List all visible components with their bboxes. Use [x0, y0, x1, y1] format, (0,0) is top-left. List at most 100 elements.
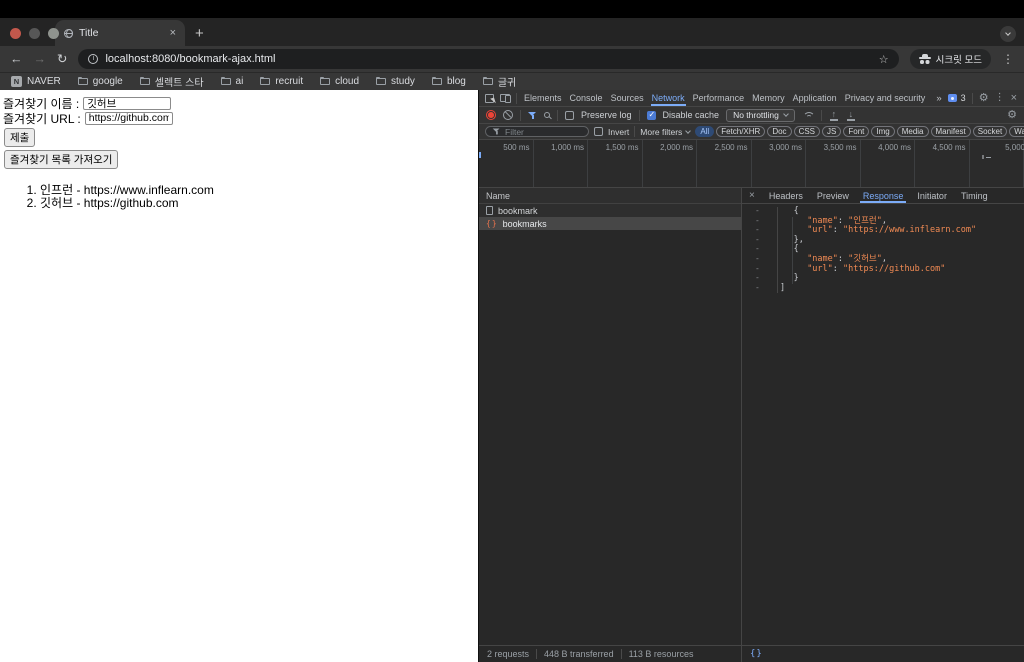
- fold-marker-icon[interactable]: -: [755, 216, 760, 226]
- request-type-pill[interactable]: Font: [843, 126, 870, 137]
- bookmark-item[interactable]: google: [77, 76, 123, 87]
- request-type-pill[interactable]: Manifest: [930, 126, 971, 137]
- browser-menu-button[interactable]: ⋮: [1002, 52, 1014, 66]
- request-row[interactable]: bookmarks: [479, 217, 741, 230]
- fold-marker-icon[interactable]: -: [755, 254, 760, 264]
- new-tab-button[interactable]: +: [195, 26, 204, 41]
- network-conditions-icon[interactable]: [802, 111, 815, 120]
- response-code-line: - "url": "https://github.com": [742, 264, 1024, 275]
- request-type-pill[interactable]: Fetch/XHR: [716, 126, 766, 137]
- panel-tab[interactable]: Privacy and security: [841, 90, 930, 106]
- request-type-pill[interactable]: Img: [871, 126, 895, 137]
- incognito-icon: [918, 54, 931, 64]
- address-bar[interactable]: localhost:8080/bookmark-ajax.html ☆: [78, 49, 899, 69]
- clear-network-log-icon[interactable]: [503, 110, 513, 120]
- invert-checkbox[interactable]: [594, 127, 603, 136]
- inspect-element-icon[interactable]: [485, 93, 494, 103]
- divider: [520, 109, 521, 121]
- fold-marker-icon[interactable]: -: [755, 206, 760, 216]
- bookmark-item[interactable]: blog: [431, 76, 466, 87]
- filter-input[interactable]: [505, 126, 582, 137]
- search-icon[interactable]: [544, 112, 550, 118]
- bookmark-item[interactable]: ai: [220, 76, 243, 87]
- device-toolbar-icon[interactable]: [500, 94, 511, 103]
- network-overview-timeline[interactable]: 500 ms 1,000 ms 1,500 ms 2,000 ms 2,500 …: [479, 140, 1024, 188]
- bookmark-item[interactable]: cloud: [320, 76, 359, 87]
- bookmark-item[interactable]: study: [376, 76, 415, 87]
- zoom-window-button[interactable]: [48, 28, 59, 39]
- bookmark-star-icon[interactable]: ☆: [879, 53, 889, 66]
- detail-tab[interactable]: Headers: [762, 188, 810, 203]
- bookmark-name-input[interactable]: [83, 96, 172, 110]
- fetch-bookmarks-button[interactable]: 즐겨찾기 목록 가져오기: [4, 150, 119, 169]
- issues-icon[interactable]: [947, 94, 957, 102]
- filter-funnel-icon[interactable]: [528, 111, 537, 120]
- record-network-log-button[interactable]: [486, 110, 496, 120]
- resources-size: 113 B resources: [628, 649, 694, 659]
- bookmark-item[interactable]: recruit: [260, 76, 303, 87]
- import-har-icon[interactable]: ↑: [829, 109, 839, 121]
- preserve-log-label: Preserve log: [581, 110, 632, 120]
- export-har-icon[interactable]: ↓: [846, 109, 856, 121]
- panel-tab[interactable]: Network: [648, 90, 689, 106]
- settings-gear-icon[interactable]: ⚙: [979, 92, 989, 104]
- close-tab-icon[interactable]: ×: [170, 27, 176, 39]
- detail-tab[interactable]: Response: [856, 188, 911, 203]
- fold-marker-icon[interactable]: -: [755, 273, 760, 283]
- browser-tab[interactable]: Title ×: [55, 20, 185, 46]
- site-info-icon[interactable]: [88, 54, 99, 64]
- request-type-pill[interactable]: CSS: [793, 126, 821, 137]
- submit-button[interactable]: 제출: [4, 128, 36, 147]
- fold-marker-icon[interactable]: -: [755, 225, 760, 235]
- panel-tab[interactable]: Console: [566, 90, 607, 106]
- network-settings-gear-icon[interactable]: ⚙: [1007, 109, 1017, 121]
- chevron-down-icon: [685, 127, 692, 134]
- request-type-pill[interactable]: JS: [822, 126, 842, 137]
- close-window-button[interactable]: [10, 28, 21, 39]
- bookmark-icon: [482, 76, 493, 85]
- back-button[interactable]: ←: [10, 53, 23, 66]
- bookmark-item[interactable]: 글귀: [482, 74, 516, 89]
- fold-marker-icon[interactable]: -: [755, 283, 760, 293]
- fold-marker-icon[interactable]: -: [755, 235, 760, 245]
- detail-tab[interactable]: Initiator: [910, 188, 954, 203]
- disable-cache-checkbox[interactable]: [646, 110, 656, 120]
- panel-tab[interactable]: Application: [789, 90, 841, 106]
- more-filters-button[interactable]: More filters: [640, 127, 692, 137]
- format-response-button[interactable]: {}: [750, 649, 763, 659]
- bookmark-item[interactable]: NAVER: [11, 76, 61, 87]
- request-type-pill[interactable]: Media: [896, 126, 929, 137]
- minimize-window-button[interactable]: [29, 28, 40, 39]
- detail-tab[interactable]: Preview: [810, 188, 856, 203]
- request-type-pill[interactable]: Wasm: [1009, 126, 1024, 137]
- close-detail-icon[interactable]: ×: [742, 190, 762, 201]
- panel-tab[interactable]: Sources: [607, 90, 648, 106]
- fold-marker-icon[interactable]: -: [755, 244, 760, 254]
- request-row[interactable]: bookmark: [479, 204, 741, 217]
- panel-tab[interactable]: Memory: [748, 90, 789, 106]
- network-status-bar: 2 requests 448 B transferred 113 B resou…: [479, 645, 1024, 662]
- timeline-cell: 4,500 ms: [915, 140, 970, 187]
- devtools-menu-icon[interactable]: ⋮: [995, 93, 1005, 103]
- more-panels-button[interactable]: »: [936, 93, 941, 104]
- panel-tab[interactable]: Performance: [689, 90, 749, 106]
- bookmark-item[interactable]: 셀렉트 스타: [139, 74, 204, 89]
- reload-button[interactable]: ↻: [57, 53, 67, 66]
- tab-search-button[interactable]: [1000, 26, 1016, 42]
- request-type-pill[interactable]: Socket: [972, 126, 1008, 137]
- forward-button[interactable]: →: [34, 53, 47, 66]
- preserve-log-checkbox[interactable]: [565, 110, 574, 120]
- requests-table-header[interactable]: Name: [479, 188, 741, 204]
- timeline-cell: 3,000 ms: [752, 140, 806, 187]
- response-body[interactable]: - { - "name": "인프런", - "url": "https://w…: [742, 204, 1024, 645]
- request-type-pill[interactable]: All: [695, 126, 715, 137]
- bookmark-url-input[interactable]: [84, 111, 173, 125]
- request-type-pills: All Fetch/XHR Doc CSS JS Font Img Media: [695, 126, 1024, 137]
- close-devtools-icon[interactable]: ×: [1011, 92, 1017, 104]
- panel-tab[interactable]: Elements: [520, 90, 566, 106]
- throttling-select[interactable]: No throttling: [726, 108, 795, 122]
- bookmark-icon: [11, 76, 22, 87]
- fold-marker-icon[interactable]: -: [755, 264, 760, 274]
- detail-tab[interactable]: Timing: [954, 188, 995, 203]
- request-type-pill[interactable]: Doc: [767, 126, 792, 137]
